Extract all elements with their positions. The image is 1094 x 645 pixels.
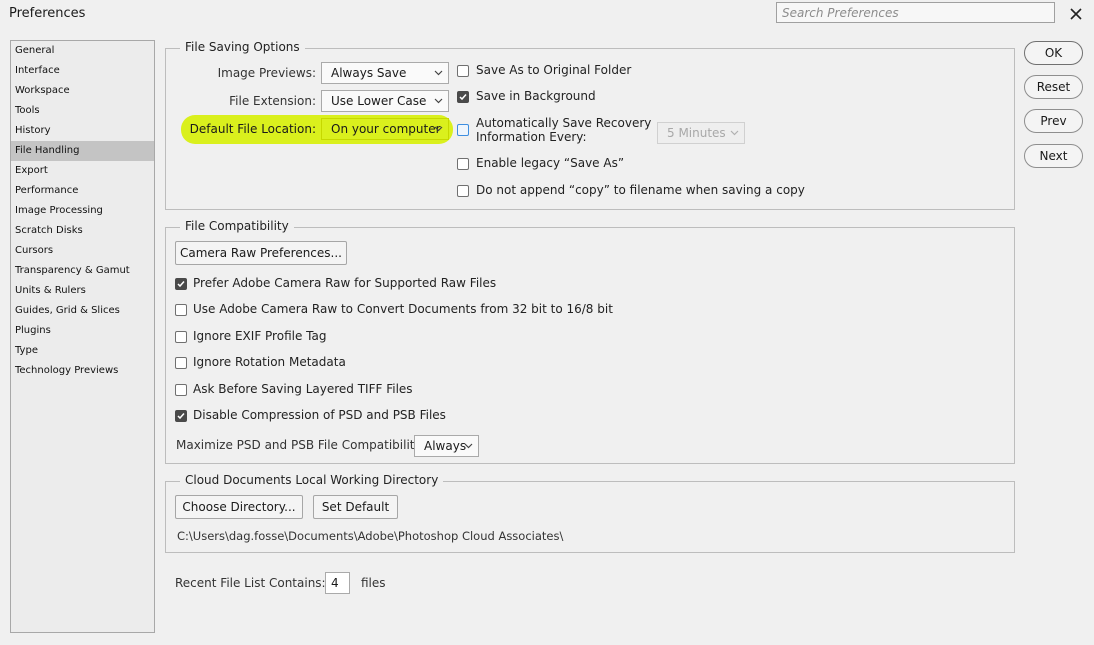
- save-as-original-folder-checkbox[interactable]: [457, 65, 469, 77]
- cloud-directory-path: C:\Users\dag.fosse\Documents\Adobe\Photo…: [177, 529, 564, 543]
- sidebar-item-transparency-gamut[interactable]: Transparency & Gamut: [11, 261, 154, 281]
- use-acr-convert-label: Use Adobe Camera Raw to Convert Document…: [193, 302, 613, 316]
- image-previews-label: Image Previews:: [217, 66, 316, 80]
- default-file-location-value: On your computer: [331, 122, 441, 136]
- close-button[interactable]: [1064, 3, 1088, 25]
- checkmark-icon: [177, 413, 185, 420]
- sidebar-item-units-rulers[interactable]: Units & Rulers: [11, 281, 154, 301]
- default-file-location-select[interactable]: On your computer: [321, 118, 449, 140]
- no-copy-append-label: Do not append “copy” to filename when sa…: [476, 183, 805, 197]
- maximize-compat-value: Always: [424, 439, 467, 453]
- file-compatibility-legend: File Compatibility: [180, 219, 294, 233]
- recent-file-count-input[interactable]: 4: [325, 572, 350, 594]
- no-copy-append-checkbox[interactable]: [457, 185, 469, 197]
- choose-directory-button[interactable]: Choose Directory...: [175, 495, 303, 519]
- ask-tiff-label: Ask Before Saving Layered TIFF Files: [193, 382, 413, 396]
- sidebar-item-general[interactable]: General: [11, 41, 154, 61]
- sidebar-item-scratch-disks[interactable]: Scratch Disks: [11, 221, 154, 241]
- sidebar-item-technology-previews[interactable]: Technology Previews: [11, 361, 154, 381]
- prev-button[interactable]: Prev: [1024, 109, 1083, 133]
- sidebar-item-history[interactable]: History: [11, 121, 154, 141]
- checkmark-icon: [459, 94, 467, 101]
- close-icon: [1070, 8, 1082, 20]
- default-file-location-label: Default File Location:: [189, 122, 316, 136]
- prefer-acr-label: Prefer Adobe Camera Raw for Supported Ra…: [193, 276, 497, 290]
- sidebar-item-plugins[interactable]: Plugins: [11, 321, 154, 341]
- image-previews-value: Always Save: [331, 66, 407, 80]
- auto-save-recovery-label-line2: Information Every:: [476, 130, 587, 144]
- sidebar-item-interface[interactable]: Interface: [11, 61, 154, 81]
- next-button[interactable]: Next: [1024, 144, 1083, 168]
- chevron-down-icon: [464, 443, 473, 449]
- chevron-down-icon: [730, 130, 739, 136]
- checkmark-icon: [177, 281, 185, 288]
- search-preferences-input[interactable]: [776, 2, 1055, 23]
- chevron-down-icon: [434, 70, 443, 76]
- sidebar-item-image-processing[interactable]: Image Processing: [11, 201, 154, 221]
- reset-button[interactable]: Reset: [1024, 75, 1083, 99]
- ask-tiff-checkbox[interactable]: [175, 384, 187, 396]
- use-acr-convert-checkbox[interactable]: [175, 304, 187, 316]
- file-saving-options-legend: File Saving Options: [180, 40, 305, 54]
- save-as-original-folder-label: Save As to Original Folder: [476, 63, 632, 77]
- recent-file-list-label: Recent File List Contains:: [175, 576, 326, 590]
- ignore-rotation-checkbox[interactable]: [175, 357, 187, 369]
- file-extension-label: File Extension:: [229, 94, 316, 108]
- auto-save-recovery-label-line1: Automatically Save Recovery: [476, 116, 652, 130]
- file-extension-value: Use Lower Case: [331, 94, 427, 108]
- cloud-documents-legend: Cloud Documents Local Working Directory: [180, 473, 444, 487]
- save-in-background-label: Save in Background: [476, 89, 596, 103]
- sidebar-item-guides-grid-slices[interactable]: Guides, Grid & Slices: [11, 301, 154, 321]
- sidebar-item-performance[interactable]: Performance: [11, 181, 154, 201]
- enable-legacy-save-as-checkbox[interactable]: [457, 158, 469, 170]
- chevron-down-icon: [434, 126, 443, 132]
- maximize-compat-label: Maximize PSD and PSB File Compatibility:: [176, 438, 425, 452]
- auto-save-recovery-checkbox[interactable]: [457, 124, 469, 136]
- preferences-sidebar: General Interface Workspace Tools Histor…: [10, 40, 155, 633]
- recent-file-suffix: files: [361, 576, 386, 590]
- sidebar-item-cursors[interactable]: Cursors: [11, 241, 154, 261]
- set-default-button[interactable]: Set Default: [313, 495, 398, 519]
- disable-compression-label: Disable Compression of PSD and PSB Files: [193, 408, 446, 422]
- ignore-rotation-label: Ignore Rotation Metadata: [193, 355, 346, 369]
- ignore-exif-label: Ignore EXIF Profile Tag: [193, 329, 327, 343]
- disable-compression-checkbox[interactable]: [175, 410, 187, 422]
- sidebar-item-type[interactable]: Type: [11, 341, 154, 361]
- auto-save-interval-value: 5 Minutes: [667, 126, 726, 140]
- ok-button[interactable]: OK: [1024, 41, 1083, 65]
- sidebar-item-workspace[interactable]: Workspace: [11, 81, 154, 101]
- title-bar: Preferences: [0, 0, 1094, 27]
- enable-legacy-save-as-label: Enable legacy “Save As”: [476, 156, 625, 170]
- window-title: Preferences: [9, 6, 86, 21]
- file-extension-select[interactable]: Use Lower Case: [321, 90, 449, 112]
- sidebar-item-tools[interactable]: Tools: [11, 101, 154, 121]
- save-in-background-checkbox[interactable]: [457, 91, 469, 103]
- image-previews-select[interactable]: Always Save: [321, 62, 449, 84]
- prefer-acr-checkbox[interactable]: [175, 278, 187, 290]
- ignore-exif-checkbox[interactable]: [175, 331, 187, 343]
- camera-raw-preferences-button[interactable]: Camera Raw Preferences...: [175, 241, 347, 265]
- sidebar-item-file-handling[interactable]: File Handling: [11, 141, 154, 161]
- maximize-compat-select[interactable]: Always: [414, 435, 479, 457]
- chevron-down-icon: [434, 98, 443, 104]
- sidebar-item-export[interactable]: Export: [11, 161, 154, 181]
- auto-save-interval-select[interactable]: 5 Minutes: [657, 122, 745, 144]
